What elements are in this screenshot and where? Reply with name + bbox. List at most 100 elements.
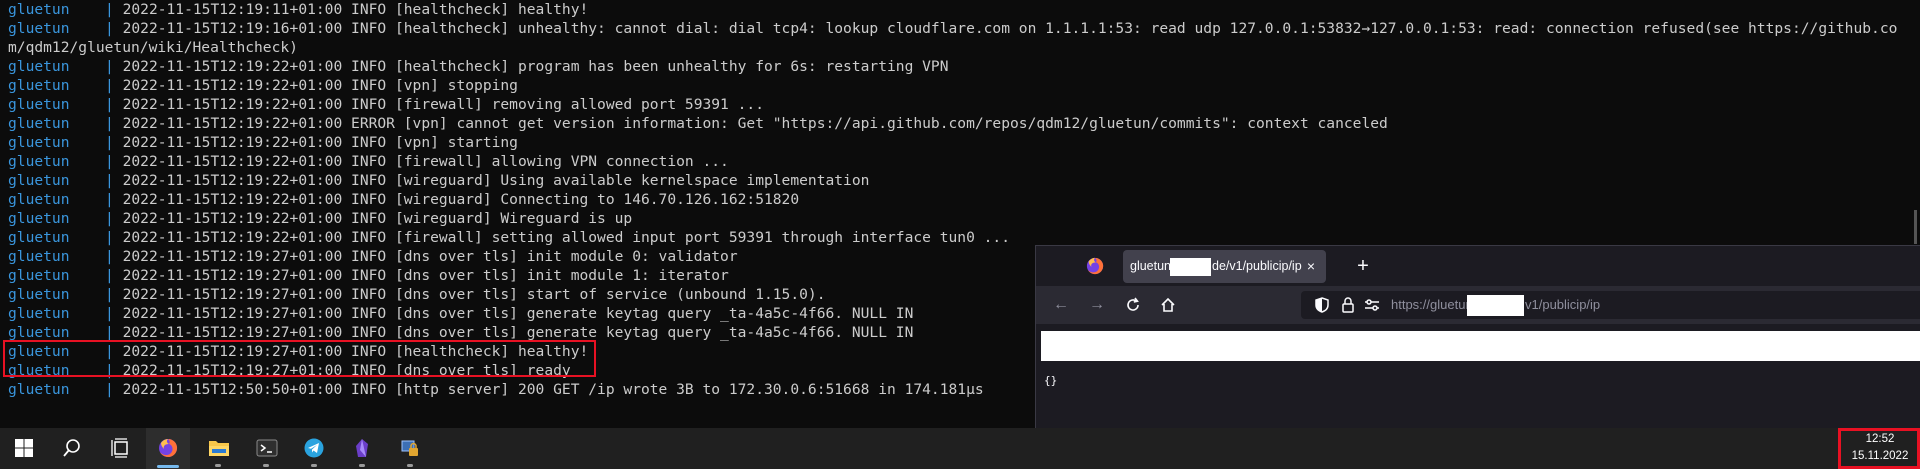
service-label: gluetun xyxy=(8,1,70,18)
log-message: 2022-11-15T12:19:22+01:00 INFO [vpn] sta… xyxy=(122,134,518,151)
log-message: 2022-11-15T12:19:22+01:00 INFO [healthch… xyxy=(122,58,949,75)
log-message: 2022-11-15T12:19:11+01:00 INFO [healthch… xyxy=(122,1,589,18)
navigation-toolbar: ← → https://gluetun. v1/publicip/ip xyxy=(1036,286,1920,324)
taskbar-firefox[interactable] xyxy=(146,428,190,469)
redaction-block xyxy=(1467,295,1524,316)
terminal-icon xyxy=(256,439,278,457)
separator: | xyxy=(105,210,114,227)
back-arrow-icon[interactable]: ← xyxy=(1050,294,1072,316)
taskbar-terminal[interactable] xyxy=(244,428,288,469)
desktop-screen: gluetun | 2022-11-15T12:19:11+01:00 INFO … xyxy=(0,0,1920,469)
telegram-icon xyxy=(304,438,324,458)
obsidian-icon xyxy=(356,439,368,457)
redaction-block xyxy=(1170,258,1211,276)
separator: | xyxy=(105,362,114,379)
separator: | xyxy=(105,134,114,151)
log-message: 2022-11-15T12:19:22+01:00 INFO [firewall… xyxy=(122,229,1010,246)
separator: | xyxy=(105,20,114,37)
log-message: 2022-11-15T12:19:22+01:00 ERROR [vpn] ca… xyxy=(122,115,1388,132)
url-text: https://gluetun. xyxy=(1391,297,1477,312)
log-line: gluetun | 2022-11-15T12:19:22+01:00 INFO … xyxy=(8,133,1920,152)
permissions-icon[interactable] xyxy=(1363,296,1381,314)
service-label: gluetun xyxy=(8,172,70,189)
firefox-icon[interactable] xyxy=(1086,257,1104,275)
separator: | xyxy=(105,172,114,189)
separator: | xyxy=(105,1,114,18)
separator: | xyxy=(105,58,114,75)
taskbar-obsidian[interactable] xyxy=(340,428,384,469)
url-text-tail: v1/publicip/ip xyxy=(1525,297,1601,312)
log-message: 2022-11-15T12:19:27+01:00 INFO [healthch… xyxy=(122,343,589,360)
terminal-scrollbar[interactable] xyxy=(1914,210,1917,244)
service-label: gluetun xyxy=(8,134,70,151)
log-message: 2022-11-15T12:19:27+01:00 INFO [dns over… xyxy=(122,267,729,284)
separator: | xyxy=(105,153,114,170)
log-line: gluetun | 2022-11-15T12:19:16+01:00 INFO … xyxy=(8,19,1898,57)
log-message: 2022-11-15T12:19:22+01:00 INFO [wireguar… xyxy=(122,210,633,227)
clock-time: 12:52 xyxy=(1865,433,1895,445)
separator: | xyxy=(105,248,114,265)
url-bar[interactable]: https://gluetun. v1/publicip/ip xyxy=(1301,291,1920,319)
service-label: gluetun xyxy=(8,96,70,113)
log-line: gluetun | 2022-11-15T12:19:22+01:00 INFO … xyxy=(8,57,1920,76)
log-message: 2022-11-15T12:50:50+01:00 INFO [http ser… xyxy=(122,381,984,398)
separator: | xyxy=(105,191,114,208)
service-label: gluetun xyxy=(8,153,70,170)
system-clock[interactable]: 12:52 15.11.2022 xyxy=(1840,428,1920,469)
search-icon xyxy=(63,439,80,457)
home-icon[interactable] xyxy=(1157,294,1179,316)
service-label: gluetun xyxy=(8,20,70,37)
windows-taskbar xyxy=(0,428,1920,469)
service-label: gluetun xyxy=(8,210,70,227)
taskbar-remote-network[interactable] xyxy=(388,428,432,469)
log-message: 2022-11-15T12:19:22+01:00 INFO [wireguar… xyxy=(122,191,800,208)
log-line: gluetun | 2022-11-15T12:19:22+01:00 INFO … xyxy=(8,190,1920,209)
service-label: gluetun xyxy=(8,248,70,265)
service-label: gluetun xyxy=(8,324,70,341)
taskbar-file-explorer[interactable] xyxy=(196,428,240,469)
service-label: gluetun xyxy=(8,343,70,360)
log-line: gluetun | 2022-11-15T12:19:22+01:00 ERROR… xyxy=(8,114,1920,133)
task-view-icon xyxy=(111,438,128,458)
search-button[interactable] xyxy=(50,428,94,469)
json-body: {} xyxy=(1044,374,1058,387)
windows-logo-icon xyxy=(15,439,33,457)
separator: | xyxy=(105,324,114,341)
separator: | xyxy=(105,381,114,398)
service-label: gluetun xyxy=(8,305,70,322)
json-viewer-toolbar[interactable] xyxy=(1041,331,1920,361)
log-message: 2022-11-15T12:19:27+01:00 INFO [dns over… xyxy=(122,305,914,322)
log-message: 2022-11-15T12:19:22+01:00 INFO [wireguar… xyxy=(122,172,870,189)
task-view-button[interactable] xyxy=(98,428,142,469)
new-tab-icon[interactable]: + xyxy=(1353,256,1373,276)
clock-date: 15.11.2022 xyxy=(1851,450,1909,462)
service-label: gluetun xyxy=(8,191,70,208)
separator: | xyxy=(105,115,114,132)
service-label: gluetun xyxy=(8,381,70,398)
service-label: gluetun xyxy=(8,286,70,303)
log-line: gluetun | 2022-11-15T12:19:22+01:00 INFO … xyxy=(8,171,1920,190)
service-label: gluetun xyxy=(8,362,70,379)
taskbar-telegram[interactable] xyxy=(292,428,336,469)
lock-icon[interactable] xyxy=(1339,296,1357,314)
firefox-icon xyxy=(159,438,178,457)
log-message: 2022-11-15T12:19:27+01:00 INFO [dns over… xyxy=(122,324,914,341)
close-tab-icon[interactable]: × xyxy=(1301,256,1321,276)
start-button[interactable] xyxy=(2,428,46,469)
log-line: gluetun | 2022-11-15T12:19:22+01:00 INFO … xyxy=(8,76,1920,95)
reload-icon[interactable] xyxy=(1122,294,1144,316)
forward-arrow-icon[interactable]: → xyxy=(1086,294,1108,316)
firefox-window[interactable]: gluetun de/v1/publicip/ip × + ← → https:… xyxy=(1035,245,1920,429)
separator: | xyxy=(105,267,114,284)
log-line: gluetun | 2022-11-15T12:19:22+01:00 INFO … xyxy=(8,152,1920,171)
tab-active[interactable]: gluetun de/v1/publicip/ip × xyxy=(1123,250,1326,283)
log-message: 2022-11-15T12:19:22+01:00 INFO [vpn] sto… xyxy=(122,77,518,94)
separator: | xyxy=(105,286,114,303)
log-message: 2022-11-15T12:19:16+01:00 INFO [healthch… xyxy=(8,20,1898,56)
separator: | xyxy=(105,305,114,322)
tracking-shield-icon[interactable] xyxy=(1313,296,1331,314)
log-message: 2022-11-15T12:19:27+01:00 INFO [dns over… xyxy=(122,362,571,379)
tab-bar: gluetun de/v1/publicip/ip × + xyxy=(1036,246,1920,286)
tab-title-tail: de/v1/publicip/ip xyxy=(1212,259,1302,273)
network-lock-icon xyxy=(401,440,418,456)
